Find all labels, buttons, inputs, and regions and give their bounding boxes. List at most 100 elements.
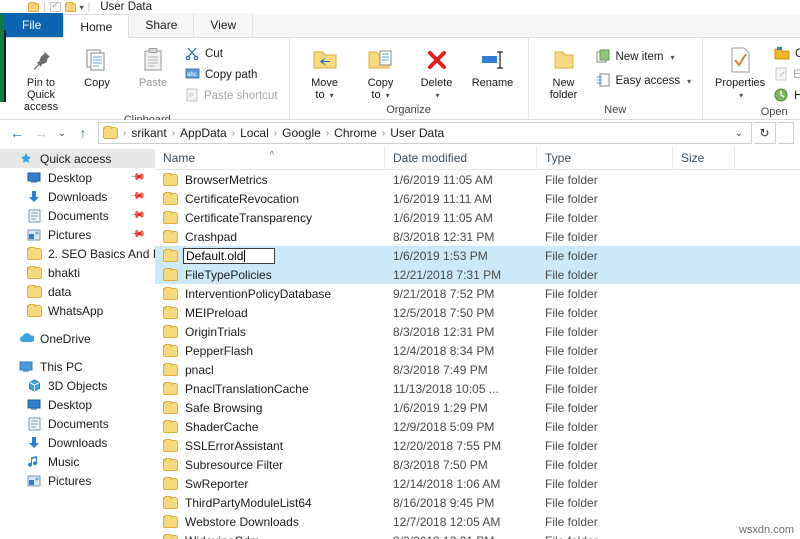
breadcrumb-item-user-data[interactable]: User Data [387,126,447,140]
sidebar-label: Music [48,454,80,469]
sidebar-item-downloads-pc[interactable]: Downloads [0,433,155,452]
table-row[interactable]: Webstore Downloads 12/7/2018 12:05 AM File… [155,512,800,531]
breadcrumb-item-srikant[interactable]: srikant [128,126,169,140]
paste-shortcut-button[interactable]: P Paste shortcut [182,87,281,105]
file-name: FileTypePolicies [185,267,272,282]
sidebar-item-downloads[interactable]: Downloads 📌 [0,187,155,206]
cut-button[interactable]: Cut [182,45,281,63]
table-row[interactable]: SSLErrorAssistant 12/20/2018 7:55 PM File … [155,436,800,455]
table-row[interactable]: ShaderCache 12/9/2018 5:09 PM File folder [155,417,800,436]
address-chevron-down-icon[interactable]: ⌄ [731,128,747,139]
chevron-down-icon[interactable]: ▾ [739,91,743,100]
breadcrumb-item-google[interactable]: Google [279,126,324,140]
table-row[interactable]: Subresource Filter 8/3/2018 7:50 PM File f… [155,455,800,474]
table-row[interactable]: FileTypePolicies 12/21/2018 7:31 PM File f… [155,265,800,284]
breadcrumb-item-local[interactable]: Local [237,126,272,140]
sidebar-item-quick-access[interactable]: Quick access [0,149,155,168]
sidebar-item-onedrive[interactable]: OneDrive [0,329,155,348]
sidebar-item-documents-pc[interactable]: Documents [0,414,155,433]
up-arrow-icon[interactable]: ↑ [72,122,94,144]
sidebar-item-desktop-pc[interactable]: Desktop [0,395,155,414]
cell-type: File folder [545,172,598,187]
sidebar-item-seo-basics[interactable]: 2. SEO Basics And Ir [0,244,155,263]
chevron-down-icon[interactable]: ▾ [330,91,334,100]
folder-icon[interactable] [64,1,76,12]
table-row[interactable]: CertificateTransparency 1/6/2019 11:05 AM… [155,208,800,227]
column-header-size[interactable]: Size [673,145,735,170]
cell-type: File folder [545,229,598,244]
tab-file[interactable]: File [0,13,64,37]
rename-button[interactable]: Rename [466,42,520,89]
new-item-button[interactable]: New item ▾ [593,48,695,66]
cell-date-modified: 12/20/2018 7:55 PM [393,438,502,453]
table-row[interactable]: InterventionPolicyDatabase 9/21/2018 7:52… [155,284,800,303]
move-to-button[interactable]: Move to ▾ [298,42,352,102]
sidebar-item-pictures-pc[interactable]: Pictures [0,471,155,490]
table-row[interactable]: CertificateRevocation 1/6/2019 11:11 AM Fi… [155,189,800,208]
copy-button[interactable]: Copy [70,42,124,89]
delete-button[interactable]: Delete ▾ [410,42,464,102]
dropdown-caret-icon[interactable]: ▾ [80,3,84,12]
cell-date-modified: 8/3/2018 12:31 PM [393,229,495,244]
sidebar-item-whatsapp[interactable]: WhatsApp [0,301,155,320]
sidebar-item-bhakti[interactable]: bhakti [0,263,155,282]
table-row[interactable]: pnacl 8/3/2018 7:49 PM File folder [155,360,800,379]
pin-icon[interactable]: 📌 [128,169,145,186]
breadcrumb-item-appdata[interactable]: AppData [177,126,230,140]
pin-icon[interactable]: 📌 [128,188,145,205]
open-button[interactable]: Open ▾ [771,45,800,63]
chevron-down-icon[interactable]: ▾ [386,91,390,100]
back-arrow-icon[interactable]: ← [6,122,28,144]
forward-arrow-icon[interactable]: → [30,122,52,144]
column-header-date-modified[interactable]: Date modified [385,145,537,170]
folder-icon [163,438,178,452]
tab-view[interactable]: View [194,13,254,37]
table-row[interactable]: PnaclTranslationCache 11/13/2018 10:05 ..… [155,379,800,398]
move-to-icon [311,45,339,75]
table-row[interactable]: ThirdPartyModuleList64 8/16/2018 9:45 PM F… [155,493,800,512]
sidebar-item-data[interactable]: data [0,282,155,301]
copy-path-button[interactable]: abc Copy path [182,66,281,84]
table-row[interactable]: MEIPreload 12/5/2018 7:50 PM File folder [155,303,800,322]
refresh-icon[interactable]: ↻ [754,122,776,144]
chevron-down-icon[interactable]: ▾ [670,53,674,62]
pin-icon[interactable]: 📌 [128,226,145,243]
table-row[interactable]: Crashpad 8/3/2018 12:31 PM File folder [155,227,800,246]
edit-button[interactable]: Edit [771,66,800,84]
properties-button[interactable]: Properties ▾ [711,42,769,102]
history-button[interactable]: History [771,87,800,105]
table-row[interactable]: Safe Browsing 1/6/2019 1:29 PM File folder [155,398,800,417]
copy-to-button[interactable]: Copy to ▾ [354,42,408,102]
tab-home[interactable]: Home [63,14,130,38]
tab-share[interactable]: Share [129,13,195,37]
chevron-down-icon[interactable]: ▾ [436,91,440,100]
breadcrumb-item-chrome[interactable]: Chrome [331,126,380,140]
pin-to-quick-access-button[interactable]: Pin to Quick access [14,42,68,113]
sidebar-item-documents[interactable]: Documents 📌 [0,206,155,225]
table-row[interactable]: OriginTrials 8/3/2018 12:31 PM File folder [155,322,800,341]
folder-icon[interactable] [28,1,39,12]
new-folder-button[interactable]: New folder [537,42,591,101]
sidebar-item-3d-objects[interactable]: 3D Objects [0,376,155,395]
sidebar-item-this-pc[interactable]: This PC [0,357,155,376]
cell-type: File folder [545,457,598,472]
table-row[interactable]: PepperFlash 12/4/2018 8:34 PM File folder [155,341,800,360]
sidebar-item-music[interactable]: Music [0,452,155,471]
easy-access-button[interactable]: Easy access ▾ [593,72,695,90]
column-header-type[interactable]: Type [537,145,673,170]
sidebar-item-pictures[interactable]: Pictures 📌 [0,225,155,244]
paste-button[interactable]: Paste [126,42,180,89]
table-row[interactable]: WidevineCdm 8/3/2018 12:31 PMFile folder [155,531,800,539]
search-input[interactable] [778,122,794,144]
checkbox-icon[interactable] [49,0,61,12]
table-row[interactable]: Default.old 1/6/2019 1:53 PM File folder [155,246,800,265]
pin-icon[interactable]: 📌 [128,207,145,224]
table-row[interactable]: SwReporter 12/14/2018 1:06 AM File folder [155,474,800,493]
sidebar-item-desktop[interactable]: Desktop 📌 [0,168,155,187]
recent-locations-chevron-down-icon[interactable]: ⌄ [54,122,70,144]
chevron-down-icon[interactable]: ▾ [687,77,691,86]
rename-input[interactable]: Default.old [183,247,275,264]
table-row[interactable]: BrowserMetrics 1/6/2019 11:05 AM File fold… [155,170,800,189]
breadcrumb[interactable]: › srikant › AppData › Local › Google › C… [98,122,752,144]
column-header-name[interactable]: ^ Name [155,145,385,170]
